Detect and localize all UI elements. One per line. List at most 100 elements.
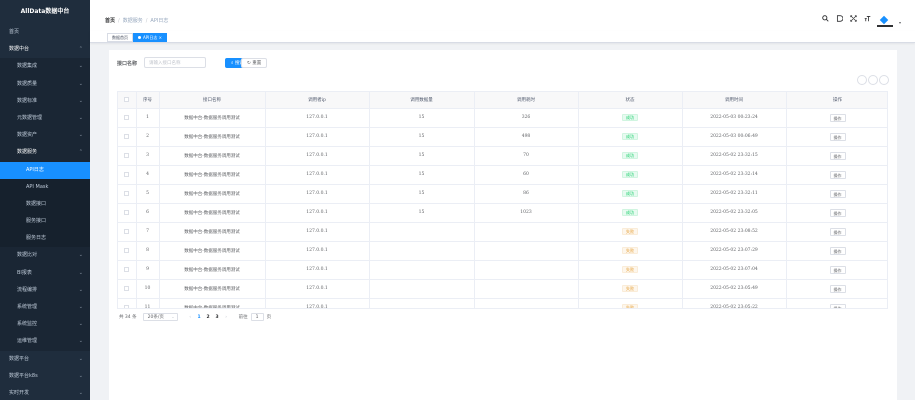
sidebar-item[interactable]: 服务日志 [0, 230, 90, 248]
operate-button[interactable]: 操作 [829, 113, 846, 122]
table-row[interactable]: 3 数据中台-数据服务调用测试 127.0.0.1 15 70 成功 2022-05-02 … [118, 146, 887, 166]
table-row[interactable]: 10 数据中台-数据服务调用测试 127.0.0.1 失败 2022-05-02 23:… [118, 279, 887, 299]
page-number[interactable]: 1 [195, 315, 204, 320]
sidebar-item[interactable]: 系统监控 ⌄ [0, 316, 90, 334]
table-row[interactable]: 6 数据中台-数据服务调用测试 127.0.0.1 15 1023 成功 2022-05-0… [118, 203, 887, 223]
table-row[interactable]: 2 数据中台-数据服务调用测试 127.0.0.1 15 498 成功 2022-05-03… [118, 127, 887, 147]
sidebar-item-label: 服务接口 [26, 218, 47, 225]
select-all-checkbox[interactable] [124, 96, 130, 102]
table-row[interactable]: 9 数据中台-数据服务调用测试 127.0.0.1 失败 2022-05-02 23:0… [118, 260, 887, 280]
font-size-icon[interactable] [864, 15, 871, 22]
total-count: 共 34 条 [119, 315, 137, 320]
refresh-button[interactable] [868, 75, 878, 85]
operate-button[interactable]: 操作 [829, 189, 846, 198]
row-checkbox[interactable] [124, 171, 130, 177]
search-input[interactable] [144, 57, 206, 68]
operate-button[interactable]: 操作 [829, 284, 846, 293]
row-checkbox[interactable] [124, 133, 130, 139]
fullscreen-icon[interactable] [850, 15, 857, 22]
sidebar-item[interactable]: 数据平台 ⌄ [0, 351, 90, 368]
reset-button[interactable]: ↻ 重置 [241, 58, 268, 68]
breadcrumb-data-service[interactable]: 数据服务 [123, 18, 143, 24]
operate-button[interactable]: 操作 [829, 265, 846, 274]
caret-down-icon[interactable]: ▾ [899, 20, 901, 25]
document-icon[interactable] [836, 15, 844, 22]
sidebar-item[interactable]: 数据集成 ⌄ [0, 58, 90, 76]
row-checkbox[interactable] [124, 209, 130, 215]
sidebar-item[interactable]: 运维管理 ⌄ [0, 333, 90, 351]
operate-button[interactable]: 操作 [829, 303, 846, 308]
sidebar-item[interactable]: 实时开发 ⌄ [0, 385, 90, 400]
sidebar-item[interactable]: 数据服务 ⌃ [0, 144, 90, 162]
breadcrumb-home[interactable]: 首页 [105, 18, 115, 24]
row-checkbox[interactable] [124, 285, 130, 291]
sidebar-item[interactable]: 首页 [0, 24, 90, 41]
tag-data-home[interactable]: 数据首页 [107, 32, 133, 42]
column-header[interactable]: 调用者ip [265, 92, 370, 109]
cell-actions: 操作 [786, 127, 887, 147]
cell-call-date: 2022-05-02 23:07:04 [682, 260, 787, 280]
sidebar-item[interactable]: BI报表 ⌄ [0, 264, 90, 282]
table-row[interactable]: 8 数据中台-数据服务调用测试 127.0.0.1 失败 2022-05-02 23:0… [118, 241, 887, 261]
columns-button[interactable] [879, 75, 889, 85]
column-header[interactable]: 序号 [136, 92, 160, 109]
operate-button[interactable]: 操作 [829, 132, 846, 141]
cell-status: 失败 [578, 298, 683, 308]
column-header[interactable]: 调用数据量 [369, 92, 475, 109]
column-header[interactable]: 接口名称 [159, 92, 266, 109]
page-size-select[interactable]: 20条/页 [142, 313, 178, 321]
table-row[interactable]: 11 数据中台-数据服务调用测试 127.0.0.1 失败 2022-05-02 23:… [118, 298, 887, 308]
sidebar-item[interactable]: 数据质量 ⌄ [0, 75, 90, 93]
cell-call-date: 2022-05-02 23:05:22 [682, 298, 787, 308]
sidebar-item[interactable]: API Mask [0, 178, 90, 196]
status-badge: 失败 [622, 285, 638, 292]
row-checkbox[interactable] [124, 228, 130, 234]
row-checkbox[interactable] [124, 114, 130, 120]
prev-page-icon[interactable]: ‹ [186, 315, 195, 320]
table-row[interactable]: 4 数据中台-数据服务调用测试 127.0.0.1 15 60 成功 2022-05-02 … [118, 165, 887, 185]
row-checkbox[interactable] [124, 247, 130, 253]
row-checkbox[interactable] [124, 266, 130, 272]
sidebar-item[interactable]: 元数据管理 ⌄ [0, 109, 90, 128]
column-header[interactable]: 调用耗时 [474, 92, 579, 109]
sidebar-item[interactable]: 流程编排 ⌄ [0, 281, 90, 299]
row-select-cell [118, 203, 137, 223]
sidebar-item[interactable]: 数据标准 ⌄ [0, 92, 90, 110]
table-row[interactable]: 1 数据中台-数据服务调用测试 127.0.0.1 15 326 成功 2022-05-03… [118, 108, 887, 128]
cell-call-time [474, 298, 579, 308]
search-icon[interactable] [822, 15, 829, 22]
sidebar-item[interactable]: 数据比对 ⌄ [0, 247, 90, 265]
breadcrumb: 首页 / 数据服务 / API日志 [105, 17, 168, 24]
sidebar-item[interactable]: 数据资产 ⌄ [0, 127, 90, 145]
page-number[interactable]: 3 [213, 315, 222, 320]
operate-button[interactable]: 操作 [829, 151, 846, 160]
sidebar-item-label: 系统管理 [17, 304, 38, 310]
operate-button[interactable]: 操作 [829, 227, 846, 236]
operate-button[interactable]: 操作 [829, 170, 846, 179]
cell-actions: 操作 [786, 184, 887, 204]
sidebar-item[interactable]: API日志 [0, 161, 90, 179]
sidebar-item[interactable]: 数据平台k8s ⌄ [0, 368, 90, 385]
user-avatar[interactable] [877, 15, 893, 27]
operate-button[interactable]: 操作 [829, 208, 846, 217]
column-header[interactable]: 状态 [578, 92, 683, 109]
table-row[interactable]: 5 数据中台-数据服务调用测试 127.0.0.1 15 86 成功 2022-05-02 … [118, 184, 887, 204]
close-icon[interactable]: × [159, 35, 162, 40]
goto-page-input[interactable]: 1 [250, 313, 264, 321]
status-badge: 成功 [622, 209, 638, 216]
sidebar-item[interactable]: 数据中台 ⌃ [0, 41, 90, 58]
sidebar-item[interactable]: 系统管理 ⌄ [0, 299, 90, 317]
next-page-icon[interactable]: › [222, 315, 231, 320]
column-header[interactable]: 调用时间 [682, 92, 787, 109]
row-checkbox[interactable] [124, 190, 130, 196]
sidebar-item[interactable]: 数据接口 [0, 195, 90, 214]
table-row[interactable]: 7 数据中台-数据服务调用测试 127.0.0.1 失败 2022-05-02 23:0… [118, 222, 887, 242]
tag-api-log[interactable]: API日志 × [133, 32, 167, 42]
row-checkbox[interactable] [124, 304, 130, 308]
operate-button[interactable]: 操作 [829, 246, 846, 255]
page-number[interactable]: 2 [204, 315, 213, 320]
toggle-search-button[interactable] [857, 75, 867, 85]
row-checkbox[interactable] [124, 152, 130, 158]
cell-caller-ip: 127.0.0.1 [265, 279, 370, 299]
sidebar-item[interactable]: 服务接口 [0, 213, 90, 231]
